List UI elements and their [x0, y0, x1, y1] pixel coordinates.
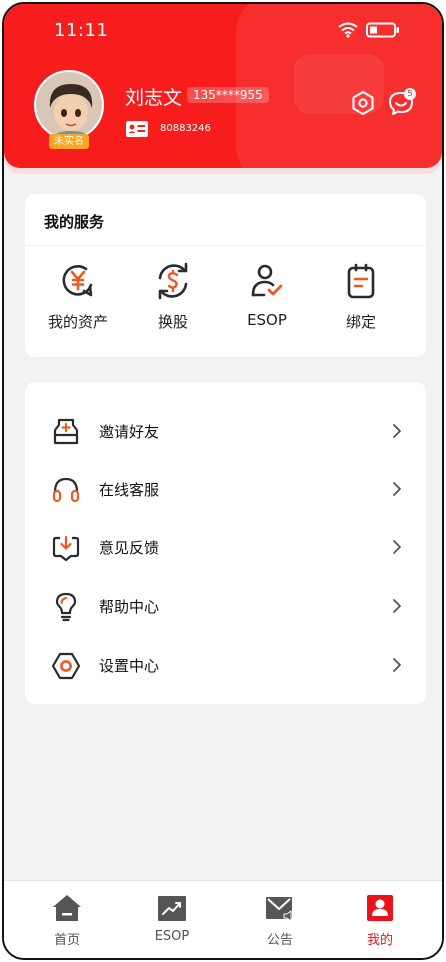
- menu-label: 在线客服: [99, 481, 160, 499]
- avatar[interactable]: [34, 70, 104, 140]
- wifi-icon: [338, 22, 358, 38]
- service-esop[interactable]: ESOP: [227, 261, 307, 329]
- tab-announcement[interactable]: 公告: [250, 893, 310, 948]
- tab-label: 我的: [366, 933, 393, 948]
- tab-bar: 首页 ESOP 公告 我的: [4, 880, 442, 958]
- lightbulb-icon: [55, 592, 77, 622]
- service-label: 我的资产: [47, 313, 108, 331]
- service-label: 换股: [157, 313, 188, 331]
- menu-label: 邀请好友: [99, 423, 160, 441]
- battery-icon: [366, 22, 399, 38]
- service-label: 绑定: [345, 313, 376, 331]
- menu-item-feedback[interactable]: 意见反馈: [25, 522, 426, 572]
- phone-frame: 11:11 未实名 刘志文 135****955 80883246 5 我的服务…: [2, 2, 444, 960]
- chart-icon: [158, 896, 186, 921]
- chevron-right-icon: [393, 424, 401, 438]
- service-my-assets[interactable]: 我的资产: [38, 261, 118, 332]
- tab-home[interactable]: 首页: [37, 893, 97, 948]
- menu-card: 邀请好友 在线客服 意见反馈 帮助中心 设置中心: [25, 382, 426, 704]
- service-exchange[interactable]: 换股: [133, 261, 213, 332]
- divider: [25, 245, 426, 246]
- chevron-right-icon: [393, 599, 401, 613]
- chevron-right-icon: [393, 658, 401, 672]
- bind-clipboard-icon: [347, 263, 375, 299]
- chevron-right-icon: [393, 540, 401, 554]
- announcement-icon: [266, 897, 292, 922]
- user-name: 刘志文: [125, 87, 183, 109]
- services-title: 我的服务: [44, 213, 105, 231]
- id-card-icon: [126, 121, 148, 137]
- settings-hexagon-icon: [51, 652, 81, 680]
- menu-label: 帮助中心: [99, 598, 160, 616]
- profile-icon: [367, 895, 393, 921]
- menu-item-invite[interactable]: 邀请好友: [25, 406, 426, 456]
- profile-header: 11:11 未实名 刘志文 135****955 80883246 5: [4, 4, 442, 168]
- menu-item-settings[interactable]: 设置中心: [25, 640, 426, 690]
- tab-label: ESOP: [154, 929, 190, 944]
- user-phone: 135****955: [187, 87, 269, 103]
- tab-esop[interactable]: ESOP: [142, 893, 202, 944]
- avatar-portrait-icon: [36, 72, 102, 138]
- user-id: 80883246: [160, 123, 211, 134]
- settings-icon[interactable]: [350, 90, 376, 116]
- tab-label: 首页: [53, 933, 80, 948]
- message-count-badge: 5: [404, 88, 416, 100]
- services-card: 我的服务 我的资产 换股 ESOP 绑定: [25, 194, 426, 357]
- home-icon: [53, 895, 81, 921]
- menu-label: 意见反馈: [99, 539, 160, 557]
- invite-envelope-icon: [53, 418, 79, 445]
- status-icons: [338, 22, 400, 38]
- tab-mine[interactable]: 我的: [350, 893, 410, 948]
- status-time: 11:11: [54, 20, 109, 41]
- menu-item-support[interactable]: 在线客服: [25, 464, 426, 514]
- exchange-dollar-icon: [158, 262, 188, 300]
- headset-icon: [52, 477, 80, 503]
- service-label: ESOP: [247, 311, 287, 329]
- chevron-right-icon: [393, 482, 401, 496]
- esop-user-icon: [251, 264, 283, 297]
- service-bind[interactable]: 绑定: [321, 261, 401, 332]
- menu-label: 设置中心: [99, 657, 160, 675]
- tab-label: 公告: [266, 933, 293, 948]
- verify-badge: 未实名: [49, 134, 89, 149]
- menu-item-help[interactable]: 帮助中心: [25, 581, 426, 631]
- feedback-icon: [52, 535, 80, 562]
- asset-yuan-icon: [62, 265, 93, 297]
